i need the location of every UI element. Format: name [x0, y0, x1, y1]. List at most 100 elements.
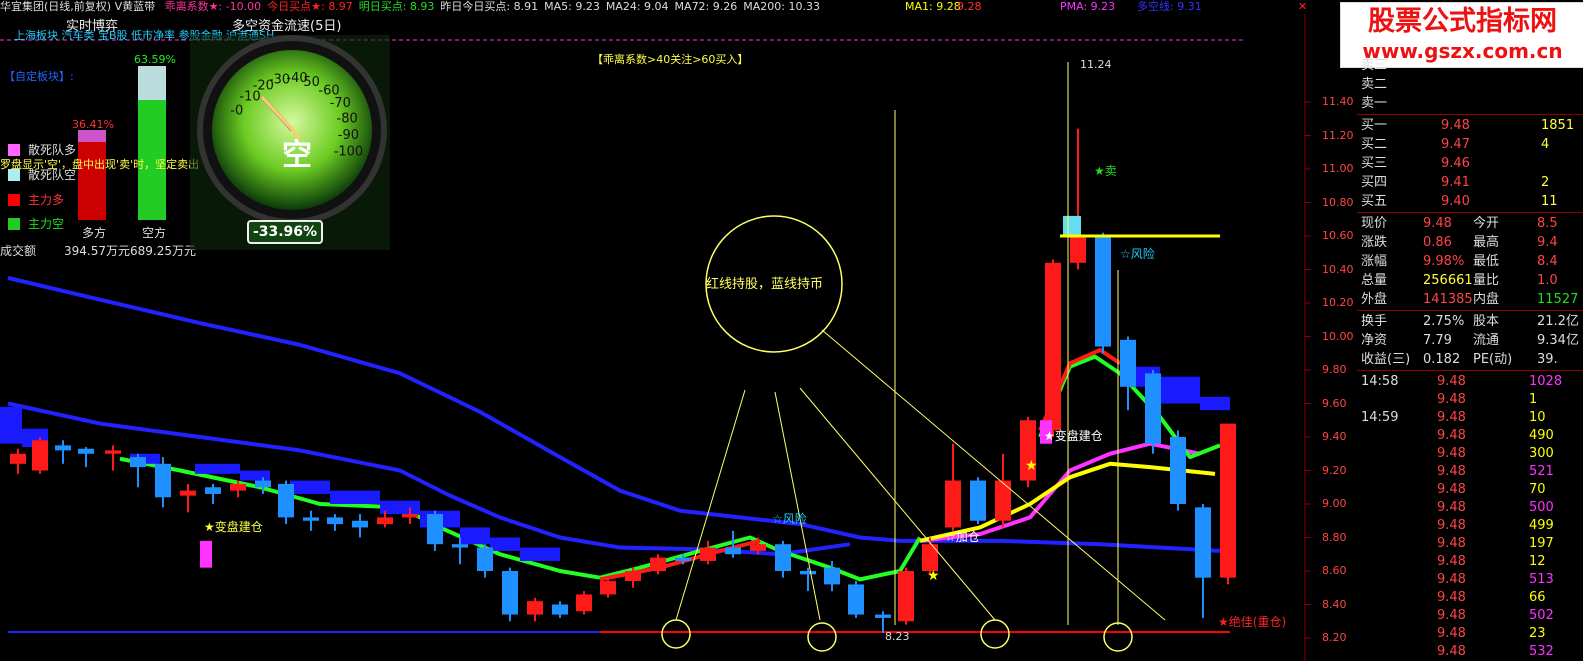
- divider: [1357, 370, 1583, 371]
- gauge-value: -33.96%: [247, 220, 323, 244]
- tick-row: 9.48 499: [1357, 516, 1583, 535]
- blue-band-block: [1200, 396, 1230, 411]
- candle-body: [552, 604, 568, 615]
- tick-volume: 513: [1529, 572, 1554, 587]
- buy-bar-cap: [78, 130, 106, 142]
- bottom-circle: [1103, 622, 1133, 652]
- level-price: 9.48: [1441, 118, 1470, 133]
- buy-level-row: 买四 9.41 2: [1357, 173, 1583, 192]
- tick-price: 9.48: [1437, 572, 1466, 587]
- ma-readout: 9.28: [957, 0, 982, 13]
- buy-label: 多方: [82, 226, 107, 240]
- tick-volume: 502: [1529, 608, 1554, 623]
- indicator-readout: 乖离系数★: -10.00: [164, 0, 262, 13]
- candle: [775, 540, 791, 578]
- tick-time: 14:59: [1361, 410, 1399, 425]
- ma-readout: MA1: 9.28: [905, 0, 961, 13]
- candle: [105, 445, 121, 471]
- price-axis-label: 9.20: [1322, 463, 1347, 477]
- candle-body: [1095, 236, 1111, 347]
- candle: [55, 440, 71, 464]
- tick-price: 9.48: [1437, 518, 1466, 533]
- candle-body: [205, 487, 221, 494]
- stat-value: 9.98%: [1423, 254, 1465, 269]
- tick-row: 9.48 66: [1357, 588, 1583, 607]
- stat-value: 9.34亿: [1537, 333, 1579, 348]
- candle: [1120, 336, 1136, 411]
- indicator-readout: 今日买点★: 8.97: [267, 0, 353, 13]
- level-label: 卖一: [1361, 96, 1388, 111]
- stat-label: 收益(三): [1361, 352, 1411, 367]
- stat-value: 1.0: [1537, 273, 1558, 288]
- signal-label: ★绝佳(重仓): [1218, 614, 1286, 629]
- blue-band-block: [240, 470, 270, 481]
- indicator-readout: 明日买点: 8.93: [358, 0, 435, 13]
- price-axis-label: 9.40: [1322, 430, 1347, 443]
- candle: [552, 601, 568, 618]
- blue-band-block: [460, 527, 490, 545]
- candle: [278, 480, 294, 525]
- level-price: 9.46: [1441, 156, 1470, 171]
- buy-level-row: 买三 9.46: [1357, 154, 1583, 173]
- star-marker: ★: [927, 568, 940, 584]
- annotation-circle-text: 红线持股，蓝线持币: [706, 276, 823, 292]
- tick-row: 9.48 532: [1357, 642, 1583, 661]
- candle-body: [452, 544, 468, 548]
- stat-row: 外盘 141385 内盘 11527: [1357, 290, 1583, 309]
- candle: [10, 448, 26, 474]
- indicator-readout: MA24: 9.04: [605, 0, 669, 13]
- candle-body: [922, 544, 938, 571]
- price-axis-label: 8.20: [1322, 631, 1347, 644]
- tick-price: 9.48: [1437, 608, 1466, 623]
- candle: [1020, 416, 1036, 488]
- stock-title[interactable]: 华宜集团(日线,前复权) V黄蓝带: [0, 0, 155, 13]
- candle: [898, 567, 914, 625]
- candle: [970, 477, 986, 525]
- level-volume: 11: [1541, 194, 1558, 209]
- level-volume: 1851: [1541, 118, 1575, 133]
- stat-label: 内盘: [1473, 292, 1500, 307]
- annotation-arrow: [774, 391, 821, 621]
- candle-body: [1170, 437, 1186, 504]
- candle-body: [303, 517, 319, 521]
- candle-body: [78, 448, 94, 454]
- divider: [1357, 310, 1583, 311]
- tick-volume: 1: [1529, 392, 1538, 407]
- close-icon[interactable]: ✕: [1298, 0, 1307, 13]
- tick-row: 9.48 197: [1357, 534, 1583, 553]
- stat-row: 收益(三) 0.182 PE(动) 39.: [1357, 350, 1583, 369]
- custom-sector-label[interactable]: 【自定板块】:: [4, 68, 74, 84]
- tick-volume: 12: [1529, 554, 1546, 569]
- price-axis-label: 9.00: [1322, 497, 1347, 510]
- stat-label: 流通: [1473, 333, 1500, 348]
- tick-volume: 1028: [1529, 374, 1563, 389]
- stat-value: 256661: [1423, 273, 1473, 288]
- candle-body: [278, 483, 294, 518]
- price-axis-label: 10.60: [1322, 229, 1354, 242]
- stat-value: 8.4: [1537, 254, 1558, 269]
- level-price: 9.47: [1441, 137, 1470, 152]
- candle-body: [1195, 507, 1211, 578]
- stat-label: 换手: [1361, 314, 1388, 329]
- stat-row: 总量 256661 量比 1.0: [1357, 271, 1583, 290]
- candle-body: [625, 571, 641, 582]
- price-axis-label: 10.20: [1322, 296, 1354, 309]
- tick-price: 9.48: [1437, 446, 1466, 461]
- candle: [1145, 370, 1161, 454]
- tick-volume: 300: [1529, 446, 1554, 461]
- sell-label: 空方: [142, 226, 167, 240]
- sentiment-gauge: -0-10-20-30-4050-60-70-80-90-100 空: [190, 35, 390, 250]
- stat-value: 0.86: [1423, 235, 1452, 250]
- sell-pct: 63.59%: [134, 53, 176, 66]
- candle-body: [1045, 262, 1061, 431]
- candle: [848, 581, 864, 618]
- candle: [576, 591, 592, 615]
- signal-label: ☆风险: [1120, 246, 1155, 261]
- candle-body: [327, 517, 343, 525]
- candle-body: [848, 584, 864, 615]
- signal-label: ☆风险: [772, 511, 807, 526]
- tick-price: 9.48: [1437, 554, 1466, 569]
- tick-volume: 197: [1529, 536, 1554, 551]
- level-label: 买二: [1361, 137, 1388, 152]
- candle: [427, 510, 443, 551]
